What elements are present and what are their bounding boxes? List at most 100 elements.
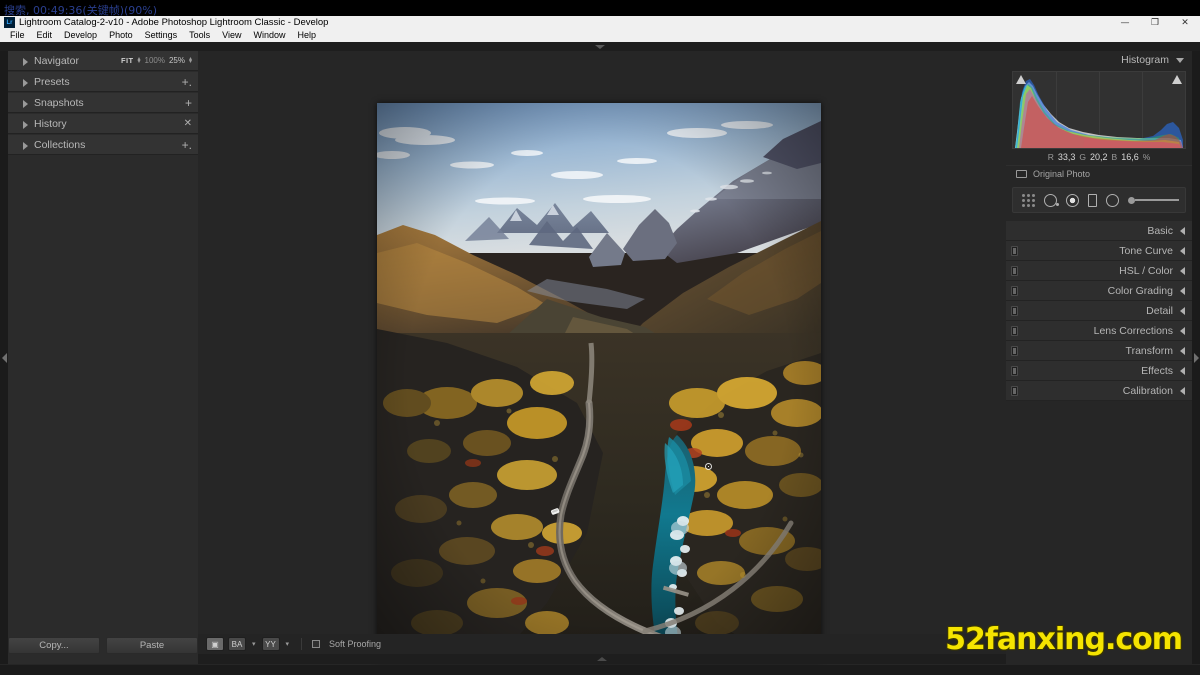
- split-caret-icon[interactable]: ▾: [286, 640, 290, 648]
- photo-artwork: [377, 103, 821, 661]
- menu-help[interactable]: Help: [292, 29, 323, 42]
- section-detail[interactable]: Detail: [1006, 301, 1192, 321]
- section-basic[interactable]: Basic: [1006, 221, 1192, 241]
- before-after-lr-icon[interactable]: BA: [228, 637, 246, 651]
- menu-window[interactable]: Window: [248, 29, 292, 42]
- effects-toggle-switch[interactable]: [1011, 366, 1018, 376]
- bottom-filmstrip-collapse[interactable]: [198, 654, 1006, 664]
- chevron-left-icon: [1180, 226, 1185, 235]
- navigator-fit-label[interactable]: FIT: [121, 56, 133, 65]
- histogram-curves: [1015, 79, 1183, 148]
- add-preset-icon[interactable]: +.: [182, 76, 192, 88]
- before-after-caret-icon[interactable]: ▾: [252, 640, 256, 648]
- menu-file[interactable]: File: [4, 29, 31, 42]
- menu-tools[interactable]: Tools: [183, 29, 216, 42]
- amount-slider-icon[interactable]: [1128, 196, 1179, 204]
- section-hsl-color-label: HSL / Color: [1119, 264, 1173, 277]
- shadow-clipping-icon[interactable]: [1016, 75, 1026, 84]
- sidebar-item-snapshots[interactable]: Snapshots +: [8, 93, 198, 113]
- menu-view[interactable]: View: [216, 29, 247, 42]
- transform-toggle-switch[interactable]: [1011, 346, 1018, 356]
- rgb-g-label: G: [1079, 152, 1086, 162]
- minimize-icon[interactable]: —: [1110, 16, 1140, 29]
- section-lens-corrections[interactable]: Lens Corrections: [1006, 321, 1192, 341]
- bottom-edge-strip: [0, 665, 1200, 675]
- radial-filter-icon[interactable]: [1106, 193, 1119, 207]
- sidebar-item-presets[interactable]: Presets +.: [8, 72, 198, 92]
- loupe-cursor-crosshair: [705, 463, 712, 470]
- rgb-b-label: B: [1111, 152, 1118, 162]
- menu-photo[interactable]: Photo: [103, 29, 139, 42]
- sidebar-item-navigator[interactable]: Navigator FIT ▴ ▾ 100% 25% ▴ ▾: [8, 51, 198, 71]
- image-viewport[interactable]: ▣ BA ▾ YY ▾ Soft Proofing: [198, 51, 1006, 664]
- restore-icon[interactable]: ❐: [1140, 16, 1170, 29]
- add-snapshot-icon[interactable]: +: [185, 97, 192, 109]
- chevron-down-icon[interactable]: [1176, 57, 1184, 63]
- paste-button[interactable]: Paste: [106, 636, 198, 654]
- presets-label: Presets: [34, 75, 70, 88]
- right-panel: Histogram R 33,3 G 20,2 B 16,6 % Origina…: [1006, 51, 1192, 664]
- highlight-clipping-icon[interactable]: [1172, 75, 1182, 84]
- tone-curve-toggle-switch[interactable]: [1011, 246, 1018, 256]
- top-panel-collapse-strip[interactable]: [0, 42, 1200, 51]
- spot-removal-icon[interactable]: [1044, 193, 1059, 207]
- red-eye-icon[interactable]: [1066, 193, 1079, 207]
- window-title: Lightroom Catalog-2-v10 - Adobe Photosho…: [19, 17, 329, 28]
- section-calibration[interactable]: Calibration: [1006, 381, 1192, 401]
- sidebar-item-collections[interactable]: Collections +.: [8, 135, 198, 155]
- site-watermark: 52fanxing.com: [945, 622, 1183, 657]
- crop-overlay-icon[interactable]: [1022, 193, 1035, 207]
- workspace: Navigator FIT ▴ ▾ 100% 25% ▴ ▾ Presets +. …: [0, 42, 1200, 675]
- chevron-left-icon: [1180, 266, 1185, 275]
- soft-proofing-checkbox[interactable]: [312, 640, 321, 648]
- histogram-graph[interactable]: [1012, 71, 1186, 149]
- loupe-view-icon[interactable]: ▣: [206, 637, 224, 651]
- right-panel-collapse-handle[interactable]: [1192, 51, 1200, 664]
- disclosure-triangle-icon: [23, 142, 28, 150]
- section-color-grading[interactable]: Color Grading: [1006, 281, 1192, 301]
- histogram-header[interactable]: Histogram: [1006, 51, 1192, 69]
- section-transform[interactable]: Transform: [1006, 341, 1192, 361]
- soft-proofing-label: Soft Proofing: [329, 639, 382, 649]
- copy-button[interactable]: Copy...: [8, 636, 100, 654]
- chevron-left-icon: [1180, 366, 1185, 375]
- chevron-up-icon: [597, 657, 607, 661]
- navigator-zoom-stepper[interactable]: ▴ ▾: [189, 56, 192, 65]
- section-basic-label: Basic: [1147, 224, 1173, 237]
- disclosure-triangle-icon: [23, 100, 28, 108]
- section-hsl-color[interactable]: HSL / Color: [1006, 261, 1192, 281]
- menu-settings[interactable]: Settings: [139, 29, 184, 42]
- disclosure-triangle-icon: [23, 121, 28, 129]
- rgb-b-value: 16,6: [1121, 152, 1139, 162]
- rgb-r-label: R: [1047, 152, 1054, 162]
- navigator-fit-stepper[interactable]: ▴ ▾: [137, 56, 140, 65]
- section-color-grading-label: Color Grading: [1107, 284, 1173, 297]
- calibration-toggle-switch[interactable]: [1011, 386, 1018, 396]
- window-titlebar: Lr Lightroom Catalog-2-v10 - Adobe Photo…: [0, 16, 1200, 29]
- before-after-split-icon[interactable]: YY: [261, 637, 280, 651]
- left-panel-collapse-handle[interactable]: [0, 51, 8, 664]
- toolbar-divider: [301, 638, 303, 650]
- navigator-zoom-25[interactable]: 25%: [169, 56, 185, 65]
- section-tone-curve[interactable]: Tone Curve: [1006, 241, 1192, 261]
- add-collection-icon[interactable]: +.: [182, 139, 192, 151]
- develop-photo[interactable]: [377, 103, 821, 661]
- clear-history-icon[interactable]: ✕: [184, 118, 192, 129]
- recorder-overlay-text: 搜索, 00:49:36(关键帧)(90%): [4, 4, 158, 17]
- section-transform-label: Transform: [1125, 344, 1173, 357]
- close-icon[interactable]: ✕: [1170, 16, 1200, 29]
- masking-rect-icon[interactable]: [1088, 193, 1097, 207]
- sidebar-item-history[interactable]: History ✕: [8, 114, 198, 134]
- navigator-zoom-100[interactable]: 100%: [145, 56, 165, 65]
- lens-corrections-toggle-switch[interactable]: [1011, 326, 1018, 336]
- original-photo-row[interactable]: Original Photo: [1006, 165, 1192, 181]
- left-panel-button-bar: Copy... Paste: [8, 634, 198, 656]
- rgb-r-value: 33,3: [1057, 152, 1076, 162]
- section-effects[interactable]: Effects: [1006, 361, 1192, 381]
- menu-edit[interactable]: Edit: [31, 29, 59, 42]
- detail-toggle-switch[interactable]: [1011, 306, 1018, 316]
- hsl-toggle-switch[interactable]: [1011, 266, 1018, 276]
- menu-develop[interactable]: Develop: [58, 29, 103, 42]
- rgb-g-value: 20,2: [1090, 152, 1108, 162]
- color-grading-toggle-switch[interactable]: [1011, 286, 1018, 296]
